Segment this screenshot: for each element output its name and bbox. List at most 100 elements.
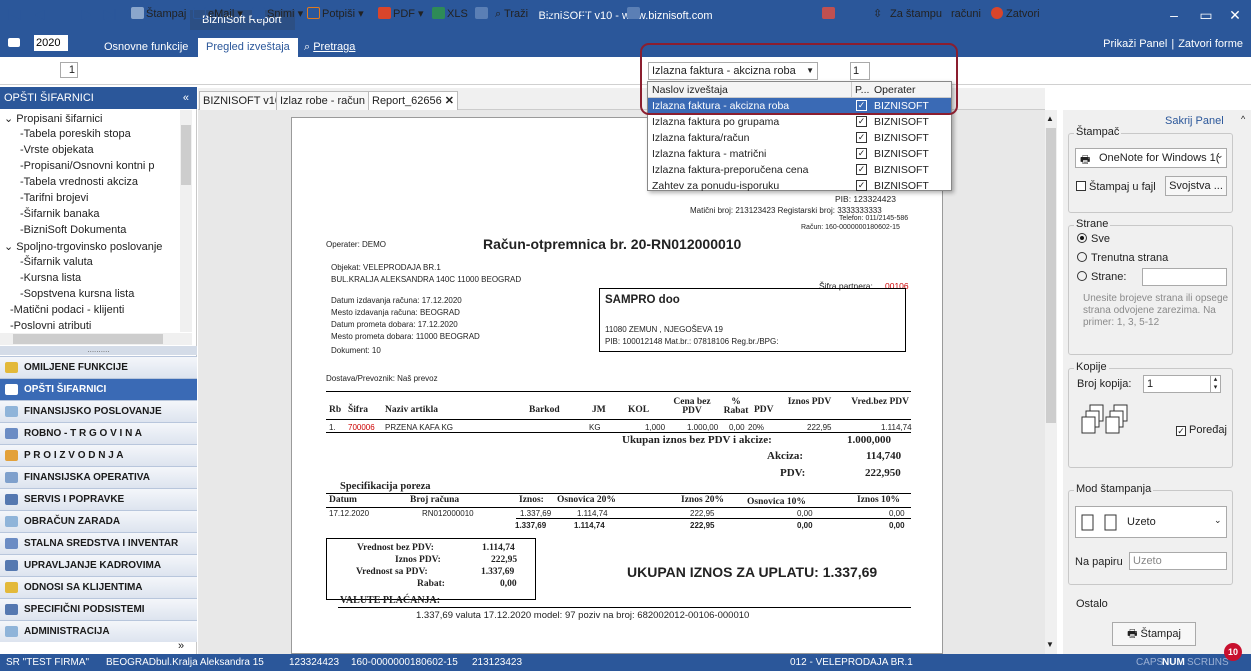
sve-radio[interactable]: Sve <box>1077 233 1110 245</box>
zoom-out-icon[interactable]: ⊖ <box>562 5 571 23</box>
zatvori-button[interactable]: Zatvori <box>991 5 1040 23</box>
page-number-input[interactable]: 1 <box>60 62 78 78</box>
check-icon: ✓ <box>856 148 867 159</box>
tree-item[interactable]: -Sopstvena kursna lista <box>20 288 134 300</box>
maximize-button[interactable]: ▭ <box>1190 4 1222 26</box>
spec-total-iznos: 1.337,69 <box>515 521 547 530</box>
module-fin-operativa[interactable]: FINANSIJSKA OPERATIVA <box>0 466 197 488</box>
strane-input[interactable] <box>1142 268 1227 286</box>
table-top-rule <box>326 391 911 392</box>
tab-pretraga[interactable]: ⌕ Pretraga <box>296 38 363 57</box>
zoom-in-icon[interactable]: ⊕ <box>580 5 589 23</box>
dropdown-option[interactable]: Izlazna faktura - matrični ✓ BIZNISOFT <box>648 146 951 162</box>
notification-badge[interactable]: 10 <box>1224 643 1242 661</box>
tree-item[interactable]: -Poslovni atributi <box>10 320 91 332</box>
sakrij-panel-link[interactable]: Sakrij Panel <box>1165 115 1224 127</box>
prev-page-button[interactable]: ◀ <box>35 5 44 23</box>
panel-chevron-up-icon[interactable]: ^ <box>1241 114 1245 124</box>
strane-radio[interactable]: Strane: <box>1077 271 1126 283</box>
scroll-up-icon[interactable]: ▲ <box>1046 114 1054 123</box>
radio-icon <box>1077 252 1087 262</box>
xls-button[interactable]: XLS <box>432 5 468 23</box>
tab-report[interactable]: Report_62656 ✕ <box>368 91 459 110</box>
stampaj-panel-button[interactable]: 🖶 Štampaj <box>1112 622 1196 646</box>
dropdown-option[interactable]: Izlazna faktura po grupama ✓ BIZNISOFT <box>648 114 951 130</box>
tree-item[interactable]: -Šifarnik valuta <box>20 256 93 268</box>
trenutna-radio[interactable]: Trenutna strana <box>1077 252 1168 264</box>
module-klijenti[interactable]: ODNOSI SA KLIJENTIMA <box>0 576 197 598</box>
potpisi-button[interactable]: Potpiši ▾ <box>307 5 364 23</box>
dropdown-option[interactable]: Izlazna faktura-preporučena cena ✓ BIZNISO… <box>648 162 951 178</box>
people-icon <box>5 560 18 571</box>
col-sifra: Šifra <box>348 405 369 415</box>
tree-item[interactable]: -Matični podaci - klijenti <box>10 304 124 316</box>
module-omiljene[interactable]: OMILJENE FUNKCIJE <box>0 356 197 378</box>
module-robno[interactable]: ROBNO - T R G O V I N A <box>0 422 197 444</box>
za-stampu-checkbox[interactable]: Za štampu <box>890 5 942 23</box>
tree-item[interactable]: -Tabela poreskih stopa <box>20 128 131 140</box>
tree-item[interactable]: ⌄ Spoljno-trgovinsko poslovanje <box>4 240 162 253</box>
tree-item[interactable]: -Tarifni brojevi <box>20 192 88 204</box>
module-kadrovi[interactable]: UPRAVLJANJE KADROVIMA <box>0 554 197 576</box>
tab-biznisoft[interactable]: BIZNISOFT v10 <box>199 91 286 110</box>
module-servis[interactable]: SERVIS I POPRAVKE <box>0 488 197 510</box>
more-modules-button[interactable]: » <box>178 640 184 652</box>
filter-icon[interactable] <box>822 5 837 23</box>
module-stalna-sredstva[interactable]: STALNA SREDSTVA I INVENTAR <box>0 532 197 554</box>
dropdown-option[interactable]: Izlazna faktura/račun ✓ BIZNISOFT <box>648 130 951 146</box>
stampaj-button[interactable]: Štampaj <box>131 5 186 23</box>
layout-icon[interactable] <box>627 5 642 23</box>
prikazi-panel-link[interactable]: Prikaži Panel <box>1099 38 1171 50</box>
spec-total-osn10: 0,00 <box>797 521 813 530</box>
list-icon[interactable]: ☰ <box>544 5 554 23</box>
scroll-down-icon[interactable]: ▼ <box>1046 640 1054 649</box>
year-selector[interactable]: 2020 <box>4 33 80 53</box>
tree-hscroll-thumb[interactable] <box>13 334 163 344</box>
module-administracija[interactable]: ADMINISTRACIJA <box>0 620 197 642</box>
close-tab-icon[interactable]: ✕ <box>445 95 454 107</box>
na-papiru-select[interactable]: Uzeto <box>1129 552 1227 570</box>
module-opsti-sifarnici[interactable]: OPŠTI ŠIFARNICI <box>0 378 197 400</box>
poredaj-checkbox[interactable]: ✓ Poređaj <box>1176 424 1227 436</box>
collapse-panel-button[interactable]: « <box>183 87 189 109</box>
module-specificni[interactable]: SPECIFIČNI PODSISTEMI <box>0 598 197 620</box>
tree-item[interactable]: -Propisani/Osnovni kontni p <box>20 160 155 172</box>
tree-item[interactable]: -Šifarnik banaka <box>20 208 100 220</box>
tree-item[interactable]: -BizniSoft Dokumenta <box>20 224 126 236</box>
tree-item[interactable]: -Tabela vrednosti akciza <box>20 176 138 188</box>
status-racun: 160-0000000180602-15 <box>351 657 458 668</box>
operater: Operater: DEMO <box>326 240 387 249</box>
close-button[interactable]: ✕ <box>1219 4 1251 26</box>
tree-item[interactable]: -Kursna lista <box>20 272 81 284</box>
pdf-button[interactable]: PDF ▾ <box>378 5 424 23</box>
tab-osnovne-funkcije[interactable]: Osnovne funkcije <box>96 38 196 57</box>
col-rb: Rb <box>329 405 342 415</box>
email-button[interactable]: eMail ▾ <box>193 5 243 23</box>
tree-item[interactable]: -Vrste objekata <box>20 144 94 156</box>
first-page-button[interactable]: |◀ <box>8 5 21 23</box>
minimize-button[interactable]: – <box>1158 4 1190 26</box>
snimi-button[interactable]: Snimi ▾ <box>252 5 303 23</box>
stepper-arrows[interactable]: ⇳ <box>873 5 882 23</box>
module-obracun-zarada[interactable]: OBRAČUN ZARADA <box>0 510 197 532</box>
dropdown-option[interactable]: Zahtev za ponudu-isporuku ✓ BIZNISOFT <box>648 178 951 192</box>
grid-button[interactable] <box>475 5 490 23</box>
module-proizvodnja[interactable]: P R O I Z V O D N J A <box>0 444 197 466</box>
year-input[interactable]: 2020 <box>34 35 68 51</box>
last-page-button[interactable]: ▶| <box>104 5 117 23</box>
report-scroll-thumb[interactable] <box>1046 128 1056 423</box>
stampaj-u-fajl-checkbox[interactable]: Štampaj u fajl <box>1076 181 1156 193</box>
kopije-stepper[interactable]: ▴ ▾ <box>1210 375 1221 393</box>
next-page-button[interactable]: ▶ <box>82 5 91 23</box>
right-links: Prikaži Panel | Zatvori forme <box>1099 38 1247 50</box>
tab-pregled-izvestaja[interactable]: Pregled izveštaja <box>198 38 298 57</box>
tree-item[interactable]: ⌄ Propisani šifarnici <box>4 112 102 125</box>
splitter[interactable]: .......... <box>0 346 197 355</box>
trazi-button[interactable]: ⌕ Traži <box>495 5 528 23</box>
tab-izlaz-robe[interactable]: Izlaz robe - račun <box>276 91 369 110</box>
svojstva-button[interactable]: Svojstva ... <box>1165 176 1227 196</box>
tree-scroll-thumb[interactable] <box>181 125 191 185</box>
zatvori-forme-link[interactable]: Zatvori forme <box>1174 38 1247 50</box>
datum-izdavanja: Datum izdavanja računa: 17.12.2020 <box>331 296 462 305</box>
module-finansijsko[interactable]: FINANSIJSKO POSLOVANJE <box>0 400 197 422</box>
